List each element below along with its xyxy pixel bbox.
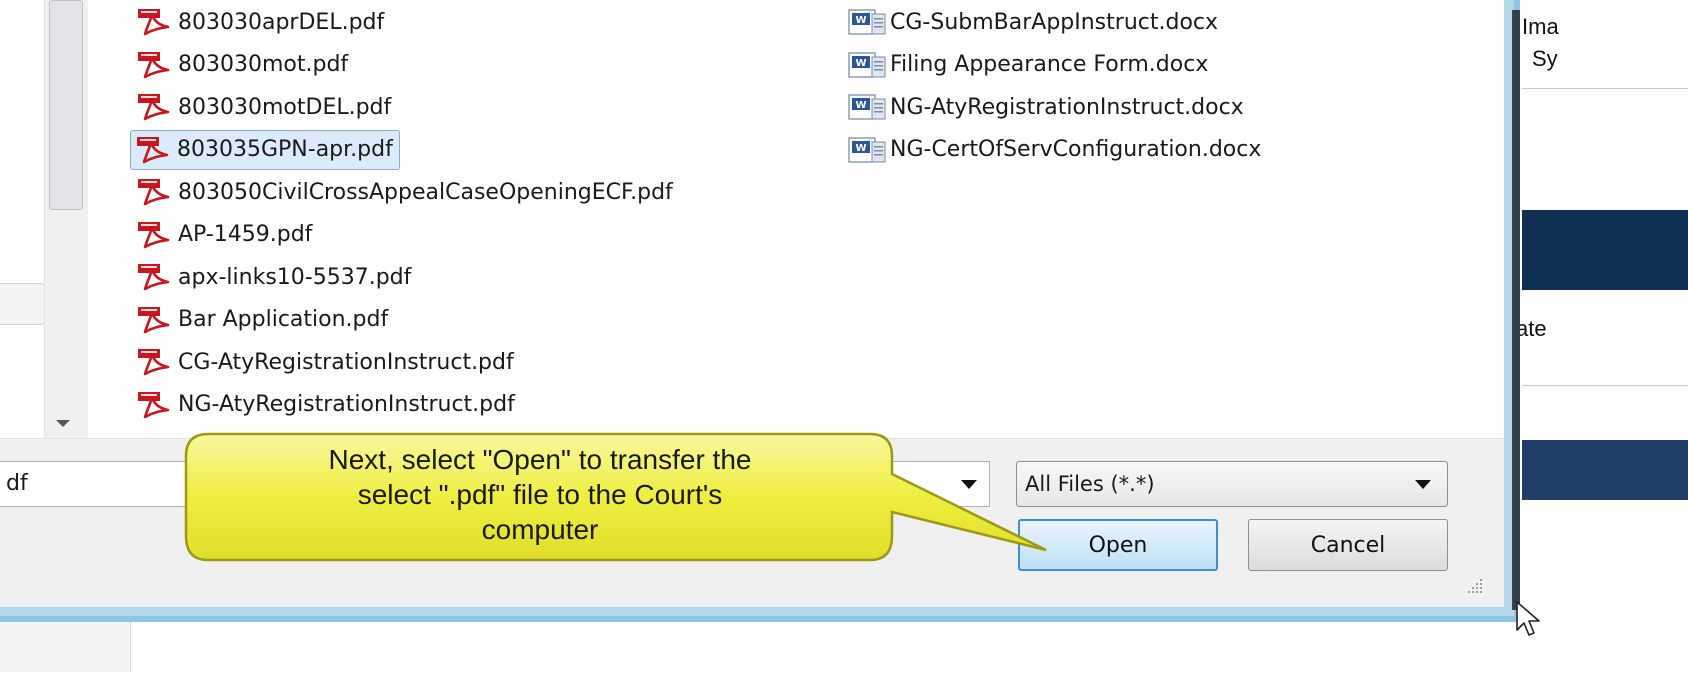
- background-stub: [0, 622, 131, 672]
- pdf-file-icon: [133, 136, 173, 164]
- file-name-label: 803035GPN-apr.pdf: [177, 137, 393, 162]
- file-item[interactable]: W Filing Appearance Form.docx: [844, 45, 1214, 85]
- nav-scrollbar-thumb[interactable]: [49, 0, 83, 210]
- file-item[interactable]: W NG-AtyRegistrationInstruct.docx: [844, 87, 1250, 127]
- background-dark-bar-2: [1522, 440, 1688, 500]
- pdf-file-icon: [134, 306, 174, 334]
- file-item[interactable]: Bar Application.pdf: [132, 300, 394, 340]
- file-name-label: apx-links10-5537.pdf: [178, 264, 412, 290]
- file-name-label: AP-1459.pdf: [178, 222, 313, 247]
- file-name-label: NG-CertOfServConfiguration.docx: [890, 137, 1262, 162]
- file-item[interactable]: 803030motDEL.pdf: [132, 87, 397, 127]
- file-item[interactable]: NG-AtyRegistrationInstruct.pdf: [132, 385, 521, 425]
- open-button[interactable]: Open: [1018, 519, 1218, 571]
- file-type-value: All Files (*.*): [1025, 472, 1155, 496]
- file-name-label: NG-AtyRegistrationInstruct.pdf: [178, 392, 515, 417]
- svg-text:W: W: [855, 100, 866, 111]
- file-item[interactable]: 803030mot.pdf: [132, 45, 354, 85]
- scroll-down-arrow-icon[interactable]: [56, 420, 70, 427]
- file-item[interactable]: W CG-SubmBarAppInstruct.docx: [844, 2, 1224, 42]
- pdf-file-icon: [134, 221, 174, 249]
- callout-text: Next, select "Open" to transfer the sele…: [200, 442, 880, 547]
- word-file-icon: W: [846, 51, 888, 79]
- file-item[interactable]: W NG-CertOfServConfiguration.docx: [844, 130, 1267, 170]
- file-item[interactable]: 803030aprDEL.pdf: [132, 2, 390, 42]
- pdf-file-icon: [134, 263, 174, 291]
- pdf-file-icon: [134, 348, 174, 376]
- resize-grip-icon[interactable]: [1464, 575, 1484, 595]
- background-text-ima: Ima: [1522, 14, 1559, 39]
- pdf-file-icon: [134, 8, 174, 36]
- file-item[interactable]: AP-1459.pdf: [132, 215, 318, 255]
- file-name-label: 803030aprDEL.pdf: [178, 9, 385, 35]
- file-name-label: 803030mot.pdf: [178, 52, 349, 77]
- word-file-icon: W: [846, 8, 888, 36]
- word-file-icon: W: [846, 93, 888, 121]
- file-name-label: CG-AtyRegistrationInstruct.pdf: [178, 349, 514, 375]
- callout-line: Next, select "Open" to transfer the: [328, 444, 752, 475]
- file-item[interactable]: apx-links10-5537.pdf: [132, 257, 417, 297]
- svg-text:W: W: [855, 143, 866, 154]
- chevron-down-icon[interactable]: [1415, 480, 1431, 489]
- svg-text:W: W: [855, 58, 866, 69]
- file-name-label: NG-AtyRegistrationInstruct.docx: [890, 94, 1244, 120]
- file-name-label: CG-SubmBarAppInstruct.docx: [890, 9, 1219, 35]
- svg-text:W: W: [855, 15, 866, 26]
- background-text-ate: ate: [1516, 316, 1547, 341]
- background-bottom: [0, 622, 1520, 687]
- background-dark-bar: [1522, 210, 1688, 290]
- word-file-icon: W: [846, 136, 888, 164]
- navigation-pane: [0, 0, 87, 438]
- file-name-label: 803030motDEL.pdf: [178, 94, 392, 120]
- file-name-label: 803050CivilCrossAppealCaseOpeningECF.pdf: [178, 179, 673, 205]
- file-type-select[interactable]: All Files (*.*): [1016, 461, 1448, 507]
- file-name-label: Bar Application.pdf: [178, 307, 389, 332]
- file-item[interactable]: CG-AtyRegistrationInstruct.pdf: [132, 342, 520, 382]
- background-divider: [1522, 88, 1688, 89]
- cancel-button[interactable]: Cancel: [1248, 519, 1448, 571]
- callout-line: select ".pdf" file to the Court's: [357, 479, 723, 510]
- background-divider: [1522, 385, 1688, 386]
- dialog-shadow: [1512, 10, 1520, 610]
- callout-line: computer: [481, 514, 599, 545]
- nav-pane-item[interactable]: [0, 283, 45, 325]
- background-app-area: [1522, 0, 1688, 687]
- file-list: 803030aprDEL.pdf 803030mot.pdf 803030motDE…: [88, 0, 1504, 438]
- file-item[interactable]: 803050CivilCrossAppealCaseOpeningECF.pdf: [132, 172, 679, 212]
- nav-scrollbar[interactable]: [44, 0, 87, 438]
- pdf-file-icon: [134, 391, 174, 419]
- file-name-label: Filing Appearance Form.docx: [890, 52, 1209, 77]
- file-name-dropdown-icon[interactable]: [961, 480, 977, 489]
- pdf-file-icon: [134, 51, 174, 79]
- file-item[interactable]: 803035GPN-apr.pdf: [130, 129, 400, 170]
- pdf-file-icon: [134, 93, 174, 121]
- background-text-sy: Sy: [1532, 46, 1558, 71]
- mouse-pointer-icon: [1516, 601, 1540, 636]
- pdf-file-icon: [134, 178, 174, 206]
